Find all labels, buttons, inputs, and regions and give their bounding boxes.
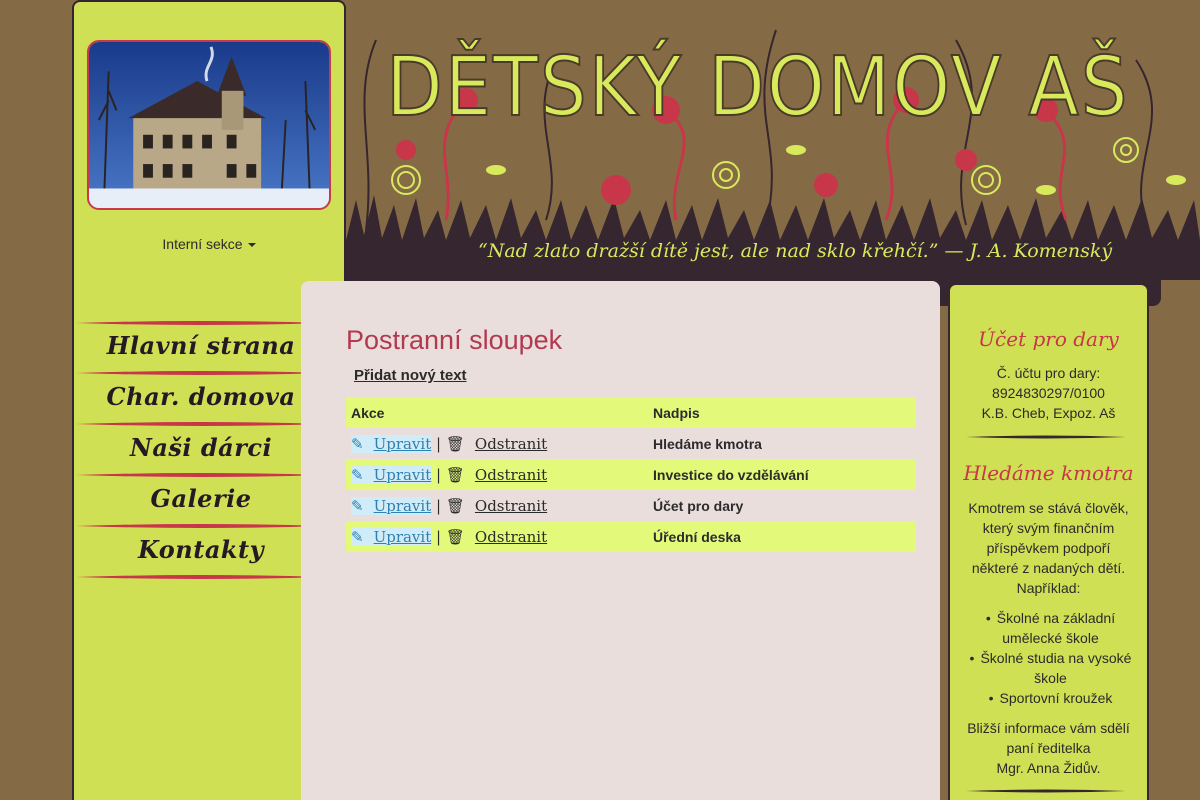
sidebar-texts-table: Akce Nadpis ✎ Upravit | 🗑 Odstranit Hledám… <box>346 397 916 552</box>
donation-account-label: Č. účtu pro dary: <box>996 365 1101 381</box>
nav-item-label: Kontakty <box>137 535 265 564</box>
trash-icon: 🗑 <box>445 434 465 453</box>
edit-link[interactable]: ✎ Upravit <box>351 496 432 515</box>
sidebar-divider <box>966 435 1126 439</box>
godparent-intro-line: Kmotrem se stává člověk, <box>968 500 1129 516</box>
godparent-outro-line: Bližší informace vám sdělí <box>967 720 1130 736</box>
pencil-icon: ✎ <box>351 527 364 546</box>
internal-section-label: Interní sekce <box>162 236 243 252</box>
godparent-outro-line: paní ředitelka <box>1006 740 1091 756</box>
site-quote: “Nad zlato dražší dítě jest, ale nad skl… <box>478 240 1113 262</box>
pencil-icon: ✎ <box>351 465 364 484</box>
nav-item-label: Hlavní strana <box>106 331 296 360</box>
trash-icon: 🗑 <box>445 527 465 546</box>
add-new-text-link[interactable]: Přidat nový text <box>354 367 467 384</box>
nav-item-char-domova[interactable]: Char. domova <box>76 371 326 422</box>
godparent-intro-line: který svým finančním <box>982 520 1115 536</box>
delete-label: Odstranit <box>474 434 548 453</box>
main-nav: Hlavní strana Char. domova Naši dárci Ga… <box>76 320 326 579</box>
delete-label: Odstranit <box>474 496 548 515</box>
donation-account-number: 8924830297/0100 <box>992 385 1105 401</box>
delete-link[interactable]: 🗑 Odstranit <box>446 528 547 546</box>
delete-link[interactable]: 🗑 Odstranit <box>446 497 547 515</box>
nav-item-galerie[interactable]: Galerie <box>76 473 326 524</box>
site-header: DĚTSKÝ DOMOV AŠ <box>346 0 1200 280</box>
separator: | <box>436 527 442 546</box>
edit-label: Upravit <box>373 465 432 484</box>
godparent-outro-line: Mgr. Anna Židův. <box>996 760 1101 776</box>
row-title: Investice do vzdělávání <box>648 459 916 490</box>
nav-item-label: Naši dárci <box>129 433 273 462</box>
donation-account-title: Účet pro dary <box>978 327 1119 351</box>
list-item: Školné studia na vysoké škole <box>958 648 1143 688</box>
separator: | <box>436 465 442 484</box>
delete-label: Odstranit <box>474 527 548 546</box>
row-actions: ✎ Upravit | 🗑 Odstranit <box>346 459 648 490</box>
table-row: ✎ Upravit | 🗑 Odstranit Úřední deska <box>346 521 916 552</box>
separator: | <box>436 434 442 453</box>
row-title: Hledáme kmotra <box>653 435 762 452</box>
edit-label: Upravit <box>373 496 432 515</box>
site-title: DĚTSKÝ DOMOV AŠ <box>385 39 1130 136</box>
edit-label: Upravit <box>373 434 432 453</box>
row-actions: ✎ Upravit | 🗑 Odstranit <box>346 490 648 521</box>
row-actions: ✎ Upravit | 🗑 Odstranit <box>346 521 648 552</box>
separator: | <box>436 496 442 515</box>
column-header-nadpis: Nadpis <box>648 397 916 428</box>
page-title: Postranní sloupek <box>346 325 563 355</box>
nav-item-label: Galerie <box>150 484 252 513</box>
table-header-row: Akce Nadpis <box>346 397 916 428</box>
donation-account-bank: K.B. Cheb, Expoz. Aš <box>981 405 1116 421</box>
table-row: ✎ Upravit | 🗑 Odstranit Investice do vzděl… <box>346 459 916 490</box>
godparent-list: Školné na základní umělecké škole Školné… <box>958 608 1143 708</box>
nav-item-hlavni-strana[interactable]: Hlavní strana <box>76 320 326 371</box>
nav-item-label: Char. domova <box>106 382 296 411</box>
delete-link[interactable]: 🗑 Odstranit <box>446 466 547 484</box>
edit-link[interactable]: ✎ Upravit <box>351 465 432 484</box>
delete-link[interactable]: 🗑 Odstranit <box>446 435 547 453</box>
list-item: Sportovní kroužek <box>958 688 1143 708</box>
pencil-icon: ✎ <box>351 434 364 453</box>
sidebar-divider <box>966 789 1126 793</box>
table-row: ✎ Upravit | 🗑 Odstranit Hledáme kmotra <box>346 428 916 459</box>
row-title: Úřední deska <box>648 521 916 552</box>
nav-divider <box>76 575 326 579</box>
row-actions: ✎ Upravit | 🗑 Odstranit <box>346 428 648 459</box>
godparent-intro-line: Například: <box>1016 580 1081 596</box>
nav-item-kontakty[interactable]: Kontakty <box>76 524 326 575</box>
edit-link[interactable]: ✎ Upravit <box>351 434 432 453</box>
caret-down-icon <box>247 243 256 248</box>
orphanage-photo <box>87 40 331 210</box>
delete-label: Odstranit <box>474 465 548 484</box>
column-header-akce: Akce <box>346 397 648 428</box>
edit-label: Upravit <box>373 527 432 546</box>
pencil-icon: ✎ <box>351 496 364 515</box>
nav-item-nasi-darci[interactable]: Naši dárci <box>76 422 326 473</box>
trash-icon: 🗑 <box>445 465 465 484</box>
row-title: Účet pro dary <box>653 497 744 514</box>
edit-link[interactable]: ✎ Upravit <box>351 527 432 546</box>
godparent-intro-line: příspěvkem podpoří <box>986 540 1111 556</box>
table-row: ✎ Upravit | 🗑 Odstranit Účet pro dary <box>346 490 916 521</box>
godparent-intro-line: některé z nadaných dětí. <box>971 560 1126 576</box>
internal-section-dropdown[interactable]: Interní sekce <box>74 236 344 252</box>
right-sidebar: Účet pro dary Č. účtu pro dary: 89248302… <box>948 283 1149 800</box>
godparent-title: Hledáme kmotra <box>963 461 1134 485</box>
trash-icon: 🗑 <box>445 496 465 515</box>
main-content: Postranní sloupek Přidat nový text Akce … <box>301 281 940 800</box>
list-item: Školné na základní umělecké škole <box>958 608 1143 648</box>
